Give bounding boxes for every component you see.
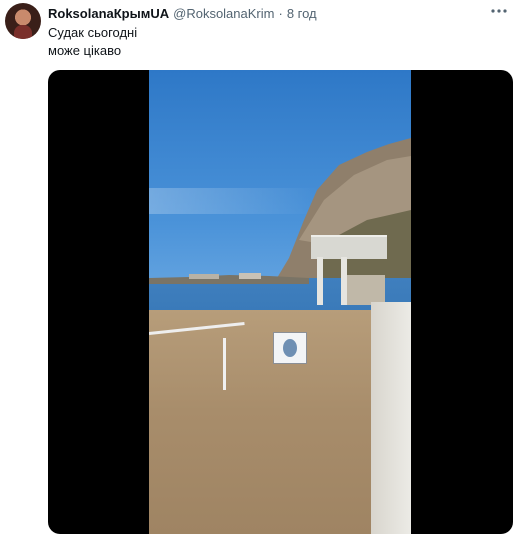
tweet[interactable]: RoksolanaКрымUA @RoksolanaKrim · 8 год С… <box>0 0 515 537</box>
video-frame <box>149 70 411 534</box>
more-dots-icon-svg <box>491 9 507 13</box>
tweet-text-line-1: Судак сьогодні <box>48 25 138 40</box>
beach-sign <box>273 332 307 364</box>
separator: · <box>278 5 283 21</box>
building-deck <box>311 235 387 259</box>
building-base <box>347 275 385 305</box>
tweet-header: RoksolanaКрымUA @RoksolanaKrim · 8 год <box>48 4 317 22</box>
lifeguard-building <box>311 235 387 305</box>
more-dots-icon[interactable] <box>489 2 509 20</box>
building-pole <box>317 257 323 305</box>
author-handle[interactable]: @RoksolanaKrim <box>173 6 274 21</box>
tweet-text: Судак сьогодні може цікаво <box>48 24 137 60</box>
avatar[interactable] <box>5 3 41 39</box>
timestamp[interactable]: 8 год <box>287 6 317 21</box>
sunshade-pole <box>223 338 226 390</box>
tweet-text-line-2: може цікаво <box>48 43 122 58</box>
author-name[interactable]: RoksolanaКрымUA <box>48 6 169 21</box>
promenade <box>371 302 411 534</box>
video-player[interactable] <box>48 70 513 534</box>
